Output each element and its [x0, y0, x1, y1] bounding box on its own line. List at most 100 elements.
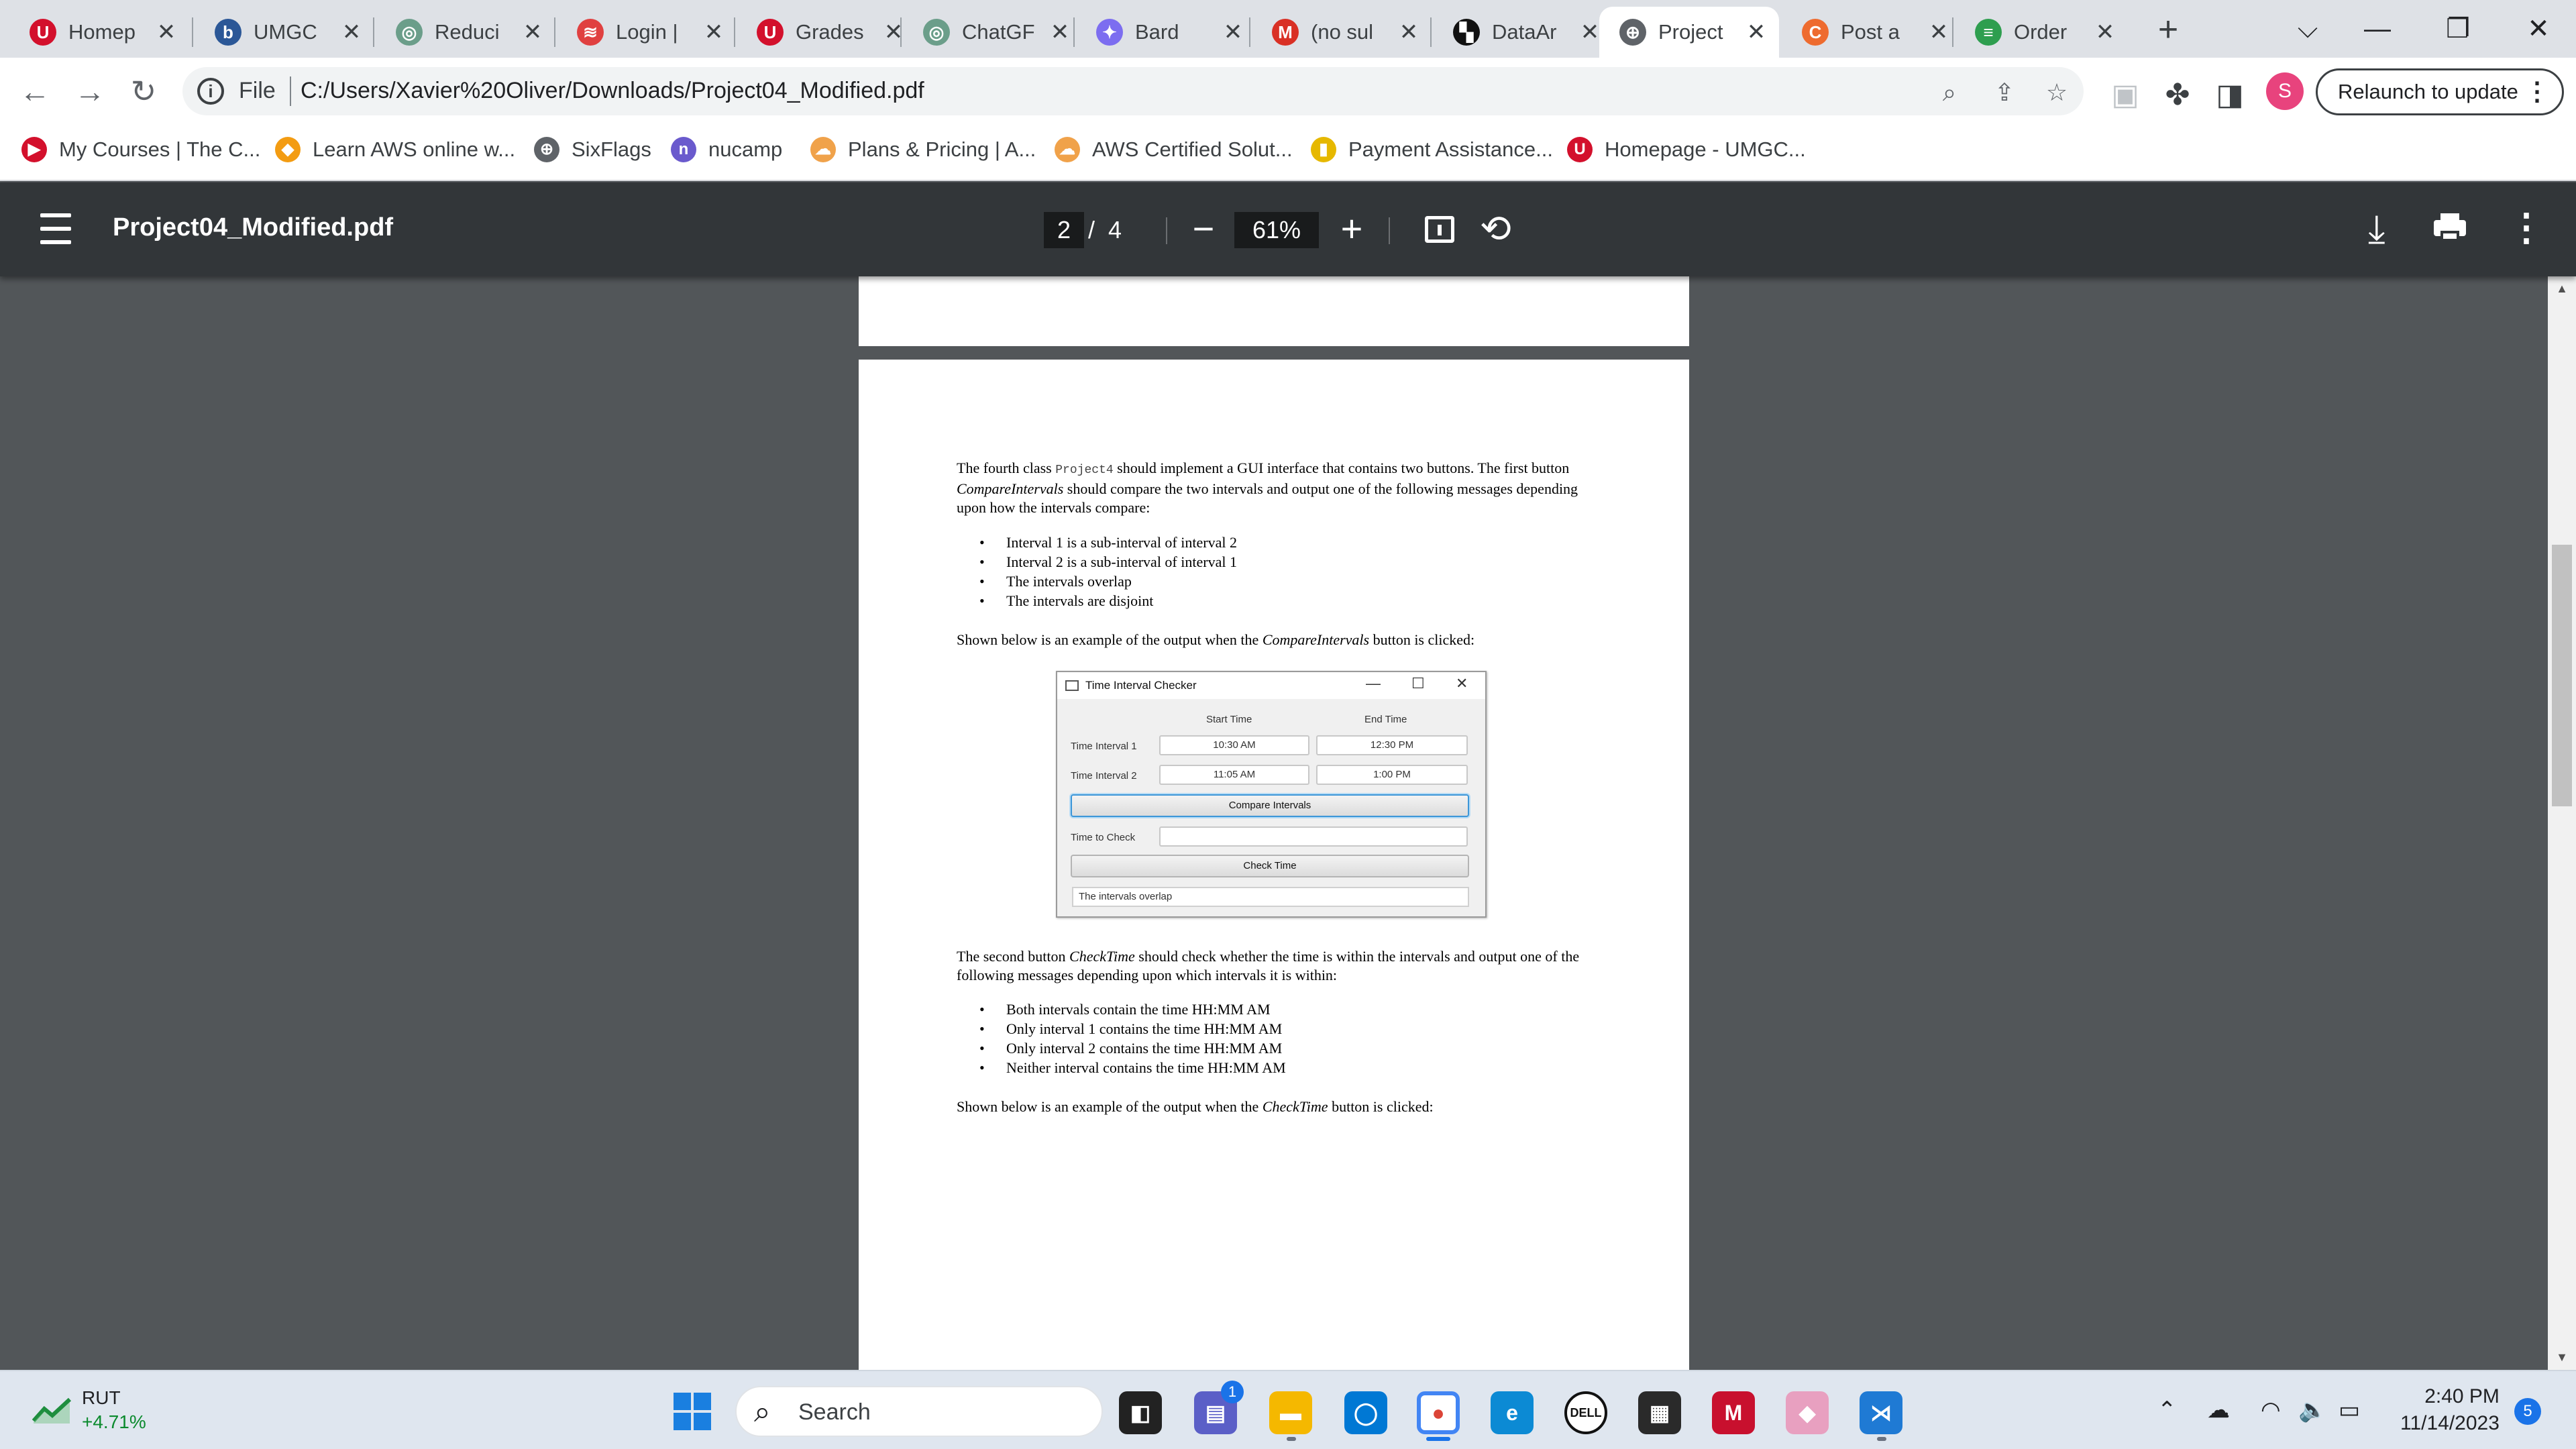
task-view-icon[interactable]: ◧ [1119, 1391, 1162, 1434]
zoom-input[interactable]: 61% [1234, 212, 1319, 248]
file-explorer-icon[interactable]: ▬ [1269, 1391, 1312, 1434]
close-window-button[interactable]: ✕ [2506, 5, 2571, 52]
edge-icon[interactable]: e [1491, 1391, 1534, 1434]
chrome-menu-icon[interactable]: ⋮ [2524, 70, 2550, 113]
taskbar-search[interactable]: ⌕ Search [735, 1386, 1103, 1437]
toolbar-divider [1389, 217, 1390, 244]
forward-icon[interactable]: → [71, 72, 109, 110]
tab-7[interactable]: ✦ Bard ✕ [1076, 7, 1256, 58]
store-icon[interactable]: ▦ [1638, 1391, 1681, 1434]
bookmark-label: nucamp [708, 138, 783, 161]
scroll-down-arrow-icon[interactable]: ▼ [2548, 1350, 2576, 1364]
cortana-icon[interactable]: ◯ [1344, 1391, 1387, 1434]
extensions-puzzle-icon[interactable]: ✤ [2159, 76, 2196, 114]
bookmark-star-icon[interactable]: ☆ [2042, 79, 2072, 106]
print-icon[interactable] [2434, 213, 2466, 241]
interval-1-end-field: 12:30 PM [1316, 735, 1468, 755]
start-windows-icon[interactable] [674, 1393, 711, 1430]
bookmark-item[interactable]: n nucamp [671, 137, 782, 162]
close-tab-icon[interactable]: ✕ [1395, 19, 1422, 46]
tab-9[interactable]: ▚ DataAr ✕ [1433, 7, 1613, 58]
tab-2[interactable]: b UMGC ✕ [195, 7, 374, 58]
tab-title: UMGC [254, 20, 317, 44]
tab-8[interactable]: M (no sul ✕ [1252, 7, 1432, 58]
hamburger-menu-icon[interactable] [40, 213, 71, 246]
bookmark-label: Homepage - UMGC... [1605, 138, 1806, 161]
fit-page-icon[interactable] [1425, 216, 1454, 243]
zoom-out-button[interactable]: − [1190, 205, 1217, 252]
side-panel-icon[interactable]: ◨ [2211, 76, 2249, 114]
teams-badge: 1 [1221, 1381, 1244, 1403]
bard-icon: ✦ [1096, 19, 1123, 46]
interval-2-label: Time Interval 2 [1071, 770, 1137, 782]
time-to-check-label: Time to Check [1071, 832, 1136, 843]
bookmark-item[interactable]: ☁ Plans & Pricing | A... [810, 137, 1036, 162]
dell-icon[interactable]: DELL [1564, 1391, 1607, 1434]
new-tab-button[interactable]: + [2147, 9, 2190, 52]
bookmark-item[interactable]: ▶ My Courses | The C... [21, 137, 260, 162]
wifi-icon[interactable]: ◠ [2261, 1397, 2281, 1424]
tab-11[interactable]: C Post a ✕ [1782, 7, 1962, 58]
bookmark-item[interactable]: ⊕ SixFlags [534, 137, 651, 162]
relaunch-button[interactable]: Relaunch to update ⋮ [2316, 68, 2564, 115]
address-bar[interactable]: i File C:/Users/Xavier%20Oliver/Download… [182, 67, 2084, 115]
tab-12[interactable]: ≡ Order ✕ [1955, 7, 2128, 58]
url-text[interactable]: C:/Users/Xavier%20Oliver/Downloads/Proje… [301, 78, 924, 104]
rotate-icon[interactable]: ⟲ [1480, 207, 1511, 251]
bookmark-item[interactable]: U Homepage - UMGC... [1567, 137, 1806, 162]
close-tab-icon[interactable]: ✕ [338, 19, 365, 46]
bookmark-item[interactable]: ◆ Learn AWS online w... [275, 137, 515, 162]
tab-5[interactable]: U Grades ✕ [737, 7, 916, 58]
reload-icon[interactable]: ↻ [125, 72, 162, 110]
vscode-icon[interactable]: ⋊ [1860, 1391, 1902, 1434]
example-maximize-icon: ☐ [1411, 675, 1425, 692]
minimize-button[interactable]: — [2345, 5, 2410, 52]
tab-10[interactable]: ⊕ Project ✕ [1599, 7, 1779, 58]
more-options-icon[interactable]: ⋮ [2508, 205, 2545, 250]
bookmark-item[interactable]: ☁ AWS Certified Solut... [1055, 137, 1293, 162]
tab-title: Post a [1841, 20, 1900, 44]
app-icon[interactable]: ◆ [1786, 1391, 1829, 1434]
close-tab-icon[interactable]: ✕ [2092, 19, 2118, 46]
tab-4[interactable]: ≋ Login | ✕ [557, 7, 737, 58]
tab-3[interactable]: ◎ Reduci ✕ [376, 7, 555, 58]
extension-icon[interactable]: ▣ [2106, 76, 2144, 114]
scroll-thumb[interactable] [2552, 545, 2572, 806]
scroll-up-arrow-icon[interactable]: ▲ [2548, 282, 2576, 296]
vertical-scrollbar[interactable]: ▲ ▼ [2548, 276, 2576, 1370]
download-icon[interactable]: ⤓ [2368, 207, 2385, 252]
profile-avatar[interactable]: S [2266, 72, 2304, 110]
zoom-lens-icon[interactable]: ⌕ [1935, 79, 1964, 106]
tab-6[interactable]: ◎ ChatGF ✕ [903, 7, 1083, 58]
site-info-icon[interactable]: i [197, 78, 224, 105]
close-tab-icon[interactable]: ✕ [1220, 19, 1246, 46]
tab-search-chevron-icon[interactable]: ⌵ [2275, 5, 2340, 52]
close-tab-icon[interactable]: ✕ [700, 19, 727, 46]
share-icon[interactable]: ⇪ [1990, 79, 2019, 106]
zoom-in-button[interactable]: + [1335, 205, 1368, 252]
bookmark-item[interactable]: ▮ Payment Assistance... [1311, 137, 1553, 162]
chrome-icon[interactable]: ● [1417, 1391, 1460, 1434]
tray-chevron-icon[interactable]: ⌃ [2157, 1397, 2177, 1424]
tab-1[interactable]: U Homep ✕ [9, 7, 189, 58]
volume-icon[interactable]: 🔈 [2298, 1397, 2326, 1424]
tab-title: Grades [796, 20, 864, 44]
close-tab-icon[interactable]: ✕ [1743, 19, 1770, 46]
close-tab-icon[interactable]: ✕ [1925, 19, 1952, 46]
pdf-viewer[interactable]: The fourth class Project4 should impleme… [0, 276, 2576, 1370]
close-tab-icon[interactable]: ✕ [153, 19, 180, 46]
restore-button[interactable]: ❐ [2426, 5, 2490, 52]
page-number-input[interactable]: 2 [1044, 212, 1084, 248]
close-tab-icon[interactable]: ✕ [519, 19, 546, 46]
system-clock[interactable]: 2:40 PM 11/14/2023 [2400, 1383, 2500, 1437]
notification-badge[interactable]: 5 [2514, 1398, 2541, 1425]
battery-icon[interactable]: ▭ [2339, 1397, 2360, 1424]
check-example-caption: Shown below is an example of the output … [957, 1098, 1434, 1115]
close-tab-icon[interactable]: ✕ [1046, 19, 1073, 46]
back-icon[interactable]: ← [16, 72, 54, 110]
bullet-item: Only interval 1 contains the time HH:MM … [957, 1019, 1286, 1038]
mcafee-icon[interactable]: M [1712, 1391, 1755, 1434]
stock-widget[interactable]: RUT +4.71% [32, 1386, 146, 1434]
onedrive-icon[interactable]: ☁ [2207, 1397, 2230, 1424]
time-interval-checker-image: Time Interval Checker — ☐ ✕ Start Time E… [1056, 671, 1487, 918]
